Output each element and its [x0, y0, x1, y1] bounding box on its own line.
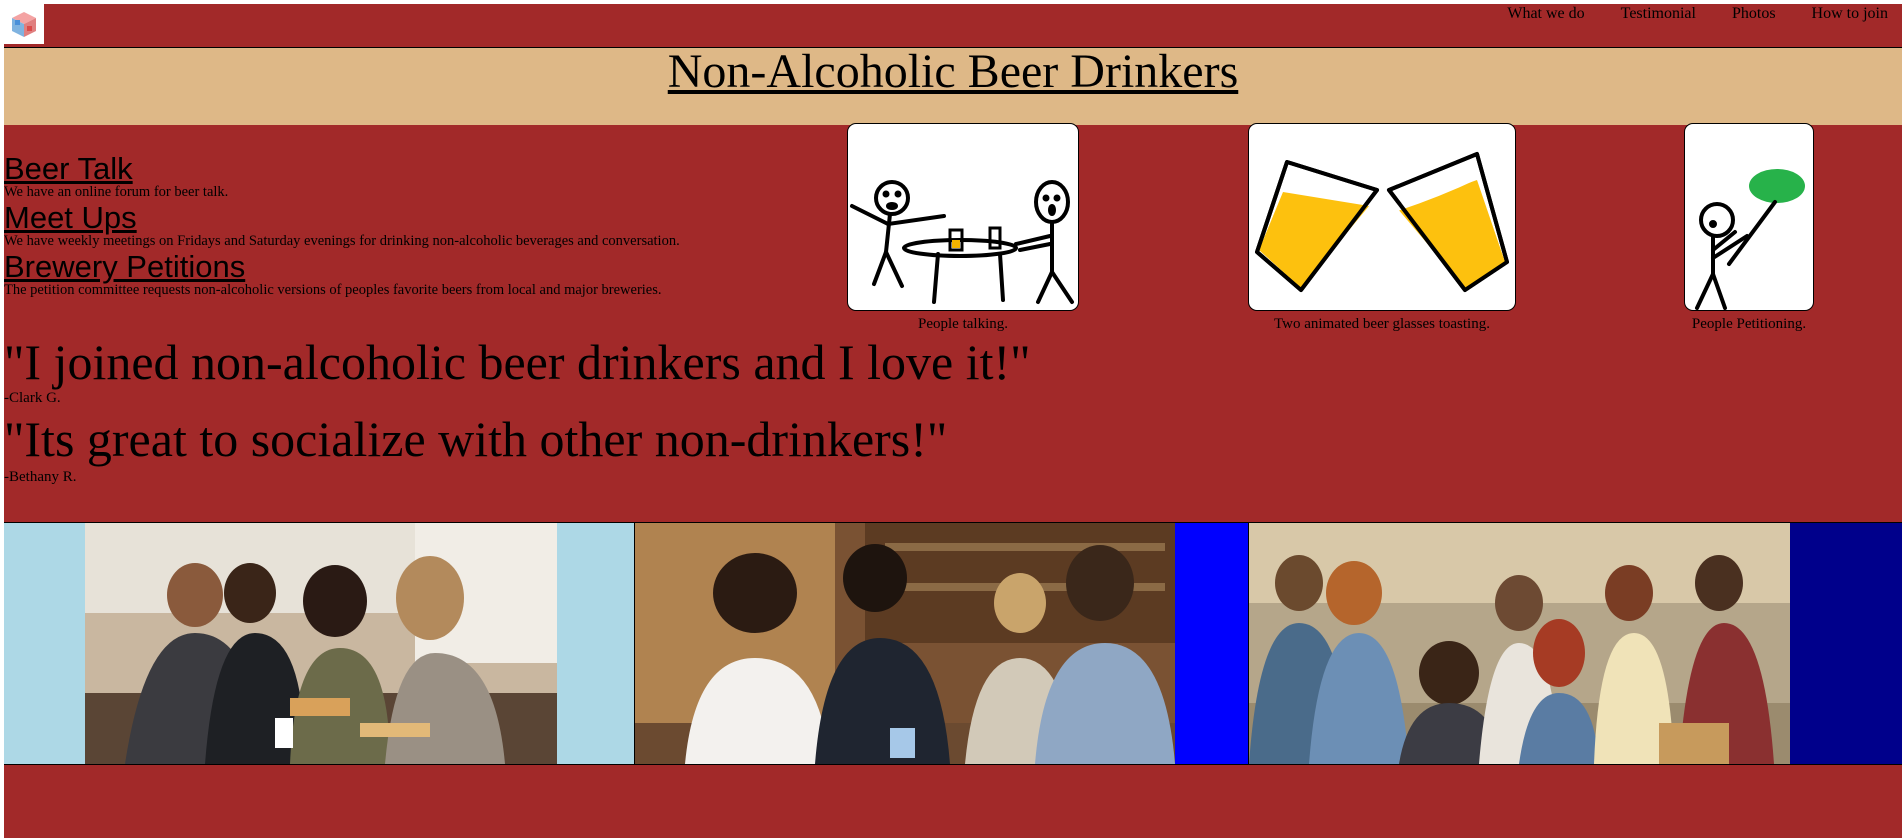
logo[interactable]: [4, 4, 44, 44]
card-beer-toast: Two animated beer glasses toasting.: [1248, 123, 1516, 333]
photo-slot: [4, 523, 635, 764]
beer-toast-caption: Two animated beer glasses toasting.: [1274, 316, 1490, 332]
petitioning-image: [1684, 123, 1814, 311]
beer-toast-image: [1248, 123, 1516, 311]
friends-cafe-photo: [635, 523, 1175, 764]
testimonial-section: "I joined non-alcoholic beer drinkers an…: [4, 334, 1204, 488]
meet-ups-text: We have weekly meetings on Fridays and S…: [4, 233, 680, 249]
friends-party-photo: [1249, 523, 1790, 764]
meet-ups-heading: Meet Ups: [4, 200, 137, 235]
testimonial-author: -Clark G.: [4, 390, 61, 406]
people-talking-image: [847, 123, 1079, 311]
photo-strip: [4, 522, 1902, 765]
testimonial-quote: "I joined non-alcoholic beer drinkers an…: [4, 334, 1031, 390]
what-we-do-section: Beer Talk We have an online forum for be…: [4, 151, 824, 301]
cube-logo-icon: [12, 12, 36, 37]
page-title: Non-Alcoholic Beer Drinkers: [667, 45, 1239, 98]
card-people-talking: People talking.: [847, 123, 1079, 333]
photo-slot: [635, 523, 1249, 764]
beer-talk-text: We have an online forum for beer talk.: [4, 184, 229, 200]
testimonial-quote: "Its great to socialize with other non-d…: [4, 411, 948, 467]
page: What we do Testimonial Photos How to joi…: [4, 4, 1902, 838]
brewery-petitions-heading: Brewery Petitions: [4, 249, 246, 284]
top-navbar: What we do Testimonial Photos How to joi…: [4, 4, 1902, 48]
title-band: Non-Alcoholic Beer Drinkers: [4, 48, 1902, 125]
people-talking-caption: People talking.: [918, 316, 1008, 332]
card-petitioning: People Petitioning.: [1684, 123, 1814, 333]
beer-talk-heading: Beer Talk: [4, 151, 133, 186]
nav-testimonial[interactable]: Testimonial: [1621, 4, 1696, 24]
main-nav: What we do Testimonial Photos How to joi…: [1507, 4, 1888, 24]
brewery-petitions-text: The petition committee requests non-alco…: [4, 282, 662, 298]
testimonial-author: -Bethany R.: [4, 469, 77, 485]
nav-how-to-join[interactable]: How to join: [1812, 4, 1888, 24]
photo-slot: [1249, 523, 1902, 764]
petitioning-caption: People Petitioning.: [1691, 316, 1807, 332]
friends-eating-photo: [85, 523, 557, 764]
nav-what-we-do[interactable]: What we do: [1507, 4, 1584, 24]
nav-photos[interactable]: Photos: [1732, 4, 1776, 24]
